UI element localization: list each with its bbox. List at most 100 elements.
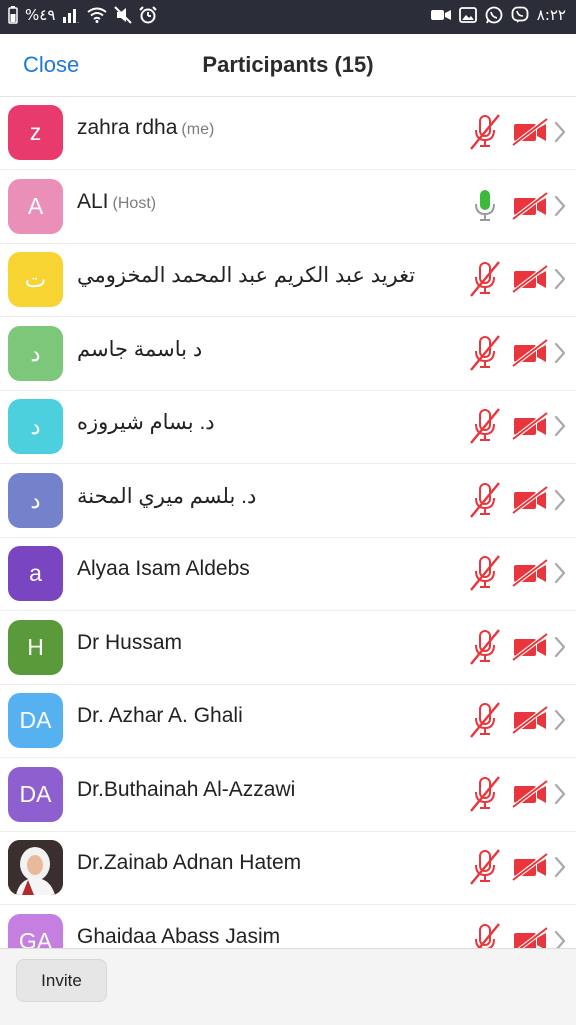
video-off-icon[interactable]	[511, 411, 549, 441]
mic-muted-icon[interactable]	[468, 480, 502, 520]
whatsapp-icon	[485, 6, 503, 24]
mic-muted-icon[interactable]	[468, 627, 502, 667]
participant-name-text: Ghaidaa Abass Jasim	[77, 924, 281, 948]
mic-muted-icon[interactable]	[468, 259, 502, 299]
video-off-icon[interactable]	[511, 264, 549, 294]
avatar: DA	[8, 766, 63, 822]
avatar: H	[8, 619, 63, 675]
participant-row[interactable]: د د. بسام شيروزه	[0, 390, 576, 464]
header: Close Participants (15)	[0, 34, 576, 97]
participant-name: Ghaidaa Abass Jasim	[77, 925, 284, 949]
participant-name-text: ALI	[77, 189, 109, 213]
video-off-icon[interactable]	[511, 190, 549, 221]
viber-icon	[511, 6, 529, 24]
clock: ٨:٢٢	[536, 6, 566, 24]
mic-muted-icon[interactable]	[468, 847, 502, 887]
chevron-right-icon[interactable]	[553, 929, 567, 949]
mic-muted-icon[interactable]	[468, 553, 502, 593]
mic-on-icon[interactable]	[468, 186, 502, 226]
battery-icon	[8, 6, 18, 24]
video-off-icon[interactable]	[511, 705, 549, 735]
video-off-icon[interactable]	[511, 852, 549, 882]
video-off-icon[interactable]	[511, 484, 549, 515]
participant-row[interactable]: د د. بلسم ميري المحنة	[0, 464, 576, 538]
participant-row[interactable]: H Dr Hussam	[0, 611, 576, 685]
avatar-initial: DA	[19, 707, 52, 733]
participant-list[interactable]: z zahra rdha (me) A ALI (Host) ت تغريد عبد…	[0, 96, 576, 948]
participant-name-text: د. بلسم ميري المحنة	[77, 484, 257, 508]
participant-name: ALI (Host)	[77, 190, 156, 214]
avatar-initial: د	[30, 486, 41, 513]
invite-button[interactable]: Invite	[16, 959, 107, 1002]
mic-muted-icon[interactable]	[468, 921, 502, 949]
avatar-initial: د	[30, 413, 41, 439]
participant-name: Dr.Buthainah Al-Azzawi	[77, 778, 299, 802]
participant-name: تغريد عبد الكريم عبد المحمد المخزومي	[77, 263, 419, 288]
chevron-right-icon[interactable]	[553, 414, 567, 438]
avatar: A	[8, 178, 63, 234]
participant-row[interactable]: د د باسمة جاسم	[0, 317, 576, 391]
chevron-right-icon[interactable]	[553, 267, 567, 291]
signal-icon: .	[62, 7, 80, 23]
avatar-initial: ت	[24, 266, 47, 292]
video-off-icon[interactable]	[511, 631, 549, 662]
profile-photo-icon	[8, 840, 63, 895]
svg-text:.: .	[77, 17, 79, 23]
participant-row[interactable]: DA Dr. Azhar A. Ghali	[0, 684, 576, 758]
avatar-initial: z	[29, 119, 42, 145]
chevron-right-icon[interactable]	[553, 708, 567, 732]
avatar: د	[8, 472, 63, 528]
avatar: ت	[8, 252, 63, 307]
chevron-right-icon[interactable]	[553, 194, 567, 218]
chevron-right-icon[interactable]	[553, 341, 567, 365]
participant-row[interactable]: GA Ghaidaa Abass Jasim	[0, 905, 576, 949]
participant-name-text: Dr Hussam	[77, 630, 183, 654]
status-bar-right: ٨:٢٢	[430, 6, 566, 24]
participant-name-text: Dr.Zainab Adnan Hatem	[77, 851, 302, 874]
participant-name-text: د باسمة جاسم	[77, 337, 203, 361]
participant-row[interactable]: A ALI (Host)	[0, 170, 576, 244]
alarm-icon	[139, 6, 158, 24]
participant-name-text: تغريد عبد الكريم عبد المحمد المخزومي	[77, 264, 416, 287]
page-title: Participants (15)	[202, 52, 374, 77]
participant-role: (me)	[181, 121, 215, 138]
footer: Invite	[0, 948, 576, 1025]
participant-row[interactable]: DA Dr.Buthainah Al-Azzawi	[0, 758, 576, 832]
avatar-initial: H	[27, 633, 44, 660]
chevron-right-icon[interactable]	[553, 488, 567, 512]
video-off-icon[interactable]	[511, 558, 549, 588]
avatar-initial: GA	[18, 927, 53, 949]
participant-row[interactable]: ت تغريد عبد الكريم عبد المحمد المخزومي	[0, 243, 576, 317]
mic-muted-icon[interactable]	[468, 112, 502, 152]
video-off-icon[interactable]	[511, 117, 549, 147]
avatar-initial: A	[27, 192, 44, 219]
participant-role: (Host)	[112, 194, 157, 212]
chevron-right-icon[interactable]	[553, 855, 567, 879]
participant-name: Alyaa Isam Aldebs	[77, 557, 254, 581]
status-bar-left: %٤٩ .	[8, 6, 158, 24]
participant-name: Dr.Zainab Adnan Hatem	[77, 851, 305, 875]
participant-name: د. بلسم ميري المحنة	[77, 484, 260, 509]
participant-name-text: Alyaa Isam Aldebs	[77, 557, 250, 580]
chevron-right-icon[interactable]	[553, 635, 567, 659]
participant-row[interactable]: z zahra rdha (me)	[0, 96, 576, 170]
video-off-icon[interactable]	[511, 337, 549, 368]
battery-percent: %٤٩	[25, 6, 56, 24]
chevron-right-icon[interactable]	[553, 561, 567, 585]
video-off-icon[interactable]	[511, 778, 549, 809]
mic-muted-icon[interactable]	[468, 774, 502, 814]
mic-muted-icon[interactable]	[468, 333, 502, 373]
participant-row[interactable]: Dr.Zainab Adnan Hatem	[0, 831, 576, 905]
avatar	[8, 840, 63, 895]
participant-row[interactable]: a Alyaa Isam Aldebs	[0, 537, 576, 611]
avatar: z	[8, 105, 63, 160]
video-icon	[430, 8, 451, 22]
wifi-icon	[87, 7, 108, 23]
video-off-icon[interactable]	[511, 925, 549, 949]
mute-icon	[114, 6, 133, 24]
chevron-right-icon[interactable]	[553, 120, 567, 144]
avatar-initial: DA	[19, 780, 52, 807]
mic-muted-icon[interactable]	[468, 406, 502, 446]
mic-muted-icon[interactable]	[468, 700, 502, 740]
chevron-right-icon[interactable]	[553, 782, 567, 806]
